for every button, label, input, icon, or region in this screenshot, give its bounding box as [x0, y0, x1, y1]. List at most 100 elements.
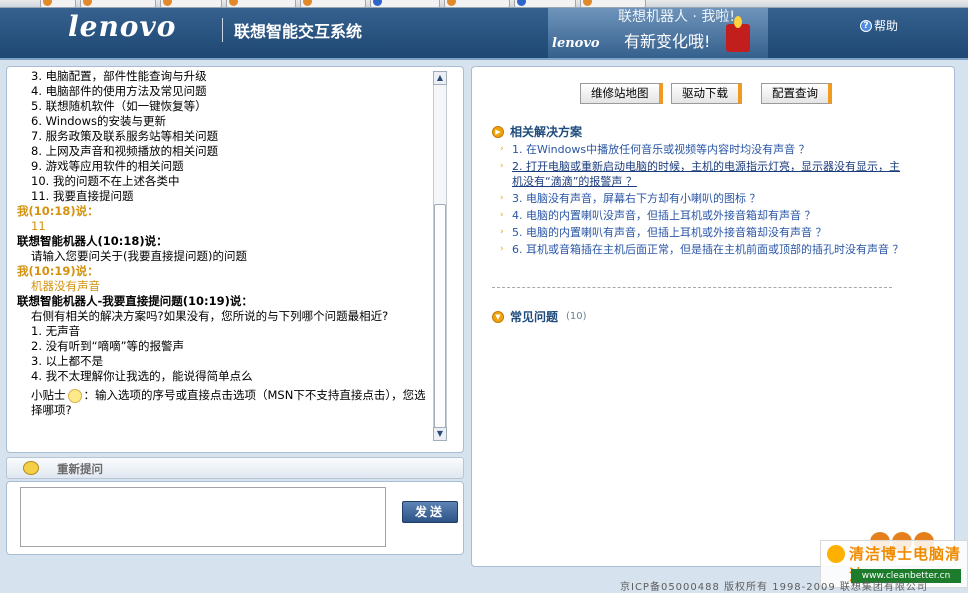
chevron-down-icon: ▼ — [492, 310, 504, 323]
question-input[interactable] — [20, 487, 386, 547]
footer-copyright: 京ICP备05000488 版权所有 1998-2009 联想集团有限公司 — [620, 582, 928, 593]
menu-option[interactable]: 4. 电脑部件的使用方法及常见问题 — [17, 84, 431, 99]
solution-item[interactable]: › 4. 电脑的内置喇叭没声音，但插上耳机或外接音箱却有声音 ？ — [500, 208, 910, 223]
taskbar-item[interactable] — [40, 0, 76, 7]
answer-option[interactable]: 3. 以上都不是 — [17, 354, 431, 369]
robot-message: 请输入您要问关于(我要直接提问题)的问题 — [31, 249, 247, 263]
user-message-header: 我(10:19)说： — [17, 264, 99, 278]
faq-header[interactable]: ▼ 常见问题 (10) — [492, 308, 587, 325]
app-icon — [229, 0, 238, 6]
candle-flame-icon — [734, 16, 742, 28]
taskbar-item[interactable] — [580, 0, 646, 7]
menu-option[interactable]: 6. Windows的安装与更新 — [17, 114, 431, 129]
bullet-arrow-icon: › — [500, 210, 504, 220]
menu-option[interactable]: 11. 我要直接提问题 — [17, 189, 431, 204]
input-panel: 发送 — [6, 481, 464, 555]
chat-scrollbar[interactable]: ▲ ▼ — [433, 71, 447, 441]
flower-icon — [827, 545, 845, 563]
faq-count: (10) — [566, 311, 587, 322]
bullet-arrow-icon: › — [500, 244, 504, 254]
send-button[interactable]: 发送 — [402, 501, 458, 523]
taskbar-item[interactable] — [160, 0, 222, 7]
help-label: 帮助 — [874, 19, 899, 33]
solution-item[interactable]: › 3. 电脑没有声音，屏幕右下方却有小喇叭的图标 ？ — [500, 191, 910, 206]
menu-option[interactable]: 7. 服务政策及联系服务站等相关问题 — [17, 129, 431, 144]
solution-link[interactable]: 6. 耳机或音箱插在主机后面正常，但是插在主机前面或顶部的插孔时没有声音 ？ — [512, 242, 904, 257]
menu-option[interactable]: 3. 电脑配置，部件性能查询与升级 — [17, 69, 431, 84]
app-icon — [583, 0, 592, 6]
help-icon: ? — [860, 19, 872, 32]
answer-option[interactable]: 4. 我不太理解你让我选的，能说得简单点么 — [17, 369, 431, 384]
solution-link[interactable]: 3. 电脑没有声音，屏幕右下方却有小喇叭的图标 ？ — [512, 191, 761, 206]
scroll-down-arrow-icon[interactable]: ▼ — [433, 427, 447, 441]
cake-icon — [726, 24, 750, 52]
config-query-button[interactable]: 配置查询 — [761, 83, 832, 104]
tip-label: 小贴士 — [31, 388, 66, 402]
solution-link[interactable]: 4. 电脑的内置喇叭没声音，但插上耳机或外接音箱却有声音 ？ — [512, 208, 816, 223]
taskbar-item[interactable] — [80, 0, 156, 7]
taskbar-item[interactable] — [300, 0, 366, 7]
arrow-right-icon: ▶ — [492, 125, 504, 138]
menu-option[interactable]: 10. 我的问题不在上述各类中 — [17, 174, 431, 189]
solution-item[interactable]: › 2. 打开电脑或重新启动电脑的时候，主机的电源指示灯亮，显示器没有显示，主机没… — [500, 159, 910, 189]
chat-log: 3. 电脑配置，部件性能查询与升级 4. 电脑部件的使用方法及常见问题 5. 联… — [17, 69, 431, 449]
taskbar — [0, 0, 968, 8]
retype-bar[interactable]: 重新提问 — [6, 457, 464, 479]
repair-map-button[interactable]: 维修站地图 — [580, 83, 663, 104]
menu-option[interactable]: 5. 联想随机软件（如一键恢复等） — [17, 99, 431, 114]
solution-link[interactable]: 5. 电脑的内置喇叭有声音，但插上耳机或外接音箱却没有声音 ？ — [512, 225, 827, 240]
section-divider — [492, 287, 892, 288]
taskbar-item[interactable] — [514, 0, 576, 7]
help-link[interactable]: ? 帮助 — [860, 17, 898, 34]
user-message: 11 — [31, 219, 46, 233]
app-icon — [303, 0, 312, 6]
app-icon — [373, 0, 382, 6]
header-divider — [222, 18, 223, 42]
bullet-arrow-icon: › — [500, 161, 504, 171]
banner-line1: 联想机器人 · 我啦! — [618, 9, 735, 25]
banner-line2: 有新变化哦! — [624, 32, 711, 51]
app-icon — [83, 0, 92, 6]
menu-option[interactable]: 8. 上网及声音和视频播放的相关问题 — [17, 144, 431, 159]
banner-logo: lenovo — [552, 36, 600, 51]
solutions-title: 相关解决方案 — [510, 125, 583, 139]
system-title: 联想智能交互系统 — [234, 22, 363, 41]
solution-item[interactable]: › 6. 耳机或音箱插在主机后面正常，但是插在主机前面或顶部的插孔时没有声音 ？ — [500, 242, 910, 257]
robot-message-header: 联想智能机器人(10:18)说： — [17, 234, 168, 248]
solution-item[interactable]: › 1. 在Windows中播放任何音乐或视频等内容时均没有声音 ？ — [500, 142, 910, 157]
robot-message: 右侧有相关的解决方案吗?如果没有，您所说的与下列哪个问题最相近? — [31, 309, 389, 323]
scroll-up-arrow-icon[interactable]: ▲ — [433, 71, 447, 85]
solution-item[interactable]: › 5. 电脑的内置喇叭有声音，但插上耳机或外接音箱却没有声音 ？ — [500, 225, 910, 240]
chat-history-panel: 3. 电脑配置，部件性能查询与升级 4. 电脑部件的使用方法及常见问题 5. 联… — [6, 66, 464, 453]
scroll-thumb[interactable] — [434, 204, 446, 428]
solution-link[interactable]: 1. 在Windows中播放任何音乐或视频等内容时均没有声音 ？ — [512, 142, 810, 157]
solutions-list: › 1. 在Windows中播放任何音乐或视频等内容时均没有声音 ？ › 2. 打开… — [500, 142, 910, 259]
retype-label[interactable]: 重新提问 — [57, 461, 103, 477]
user-message-header: 我(10:18)说： — [17, 204, 99, 218]
site-header: lenovo 联想智能交互系统 联想机器人 · 我啦! 有新变化哦! lenov… — [0, 8, 968, 60]
answer-option[interactable]: 1. 无声音 — [17, 324, 431, 339]
robot-message-header: 联想智能机器人-我要直接提问题(10:19)说： — [17, 294, 253, 308]
solution-link[interactable]: 2. 打开电脑或重新启动电脑的时候，主机的电源指示灯亮，显示器没有显示，主机没有… — [512, 159, 910, 189]
taskbar-item[interactable] — [444, 0, 510, 7]
menu-option[interactable]: 9. 游戏等应用软件的相关问题 — [17, 159, 431, 174]
driver-download-button[interactable]: 驱动下载 — [671, 83, 742, 104]
app-icon — [517, 0, 526, 6]
app-icon — [447, 0, 456, 6]
taskbar-item[interactable] — [370, 0, 440, 7]
bullet-arrow-icon: › — [500, 227, 504, 237]
taskbar-item[interactable] — [226, 0, 296, 7]
app-icon — [43, 0, 52, 6]
lightbulb-icon — [67, 388, 82, 403]
bullet-arrow-icon: › — [500, 144, 504, 154]
lenovo-logo[interactable]: lenovo — [68, 10, 176, 43]
solutions-header[interactable]: ▶ 相关解决方案 — [492, 123, 582, 140]
promo-banner[interactable]: 联想机器人 · 我啦! 有新变化哦! lenovo — [548, 8, 768, 58]
app-icon — [163, 0, 172, 6]
answer-option[interactable]: 2. 没有听到“嘀嘀”等的报警声 — [17, 339, 431, 354]
tip-text: ：输入选项的序号或直接点击选项（MSN下不支持直接点击），您选择哪项? — [31, 388, 426, 417]
user-message: 机器没有声音 — [31, 279, 100, 293]
faq-title: 常见问题 — [510, 310, 559, 324]
smiley-icon — [23, 461, 39, 475]
bullet-arrow-icon: › — [500, 193, 504, 203]
